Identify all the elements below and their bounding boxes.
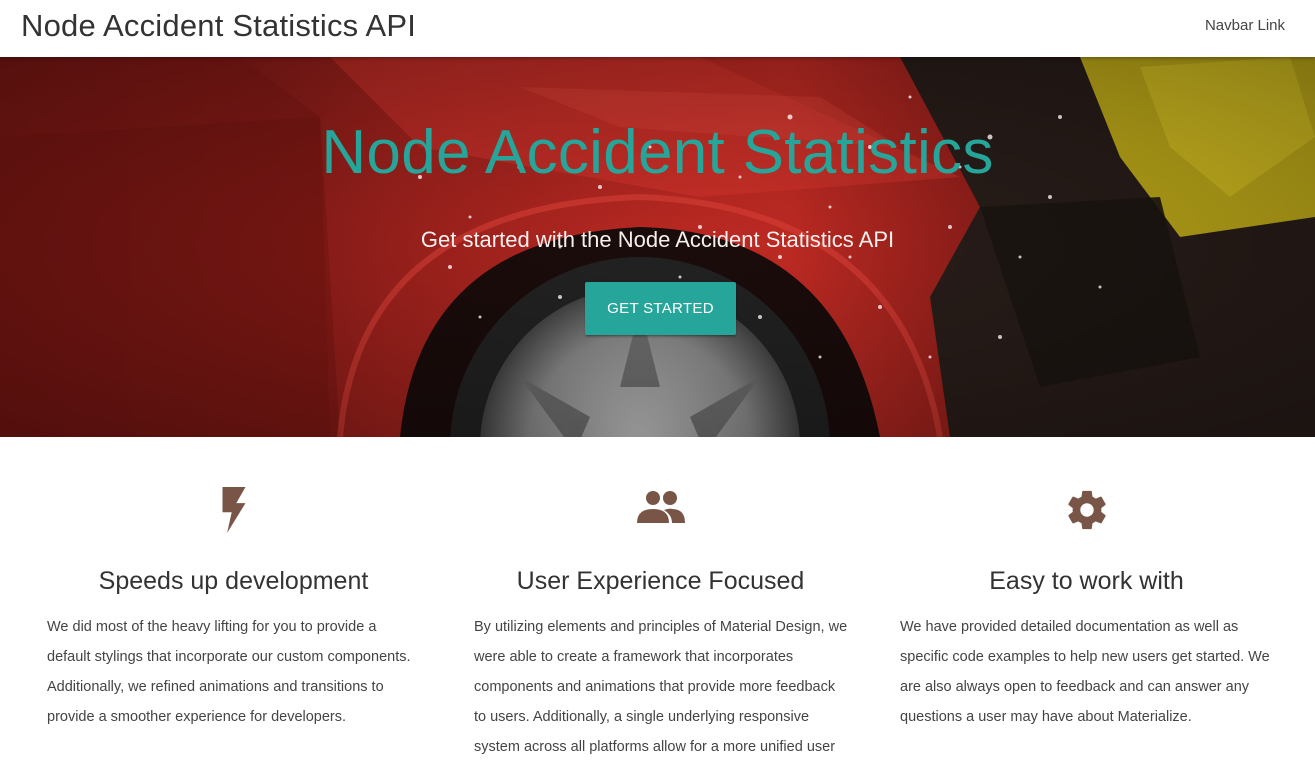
feature-title: Speeds up development	[98, 567, 369, 595]
feature-text: We did most of the heavy lifting for you…	[47, 619, 411, 725]
hero-banner: Node Accident Statistics Get started wit…	[0, 57, 1315, 437]
hero-subtitle: Get started with the Node Accident Stati…	[420, 227, 895, 252]
navbar-link[interactable]: Navbar Link	[1205, 17, 1285, 34]
feature-text: By utilizing elements and principles of …	[474, 619, 848, 755]
navbar: Node Accident Statistics API Navbar Link	[0, 0, 1315, 57]
hero-title: Node Accident Statistics	[321, 118, 994, 187]
brand-logo[interactable]: Node Accident Statistics API	[21, 8, 416, 44]
feature-text: We have provided detailed documentation …	[900, 619, 1270, 725]
group-icon	[427, 487, 894, 537]
feature-title: Easy to work with	[989, 567, 1184, 595]
settings-icon	[853, 487, 1315, 537]
get-started-button[interactable]: GET STARTED	[585, 282, 736, 335]
flash-icon	[0, 487, 467, 537]
feature-title: User Experience Focused	[516, 567, 805, 595]
features-section: Speeds up development We did most of the…	[0, 437, 1315, 755]
